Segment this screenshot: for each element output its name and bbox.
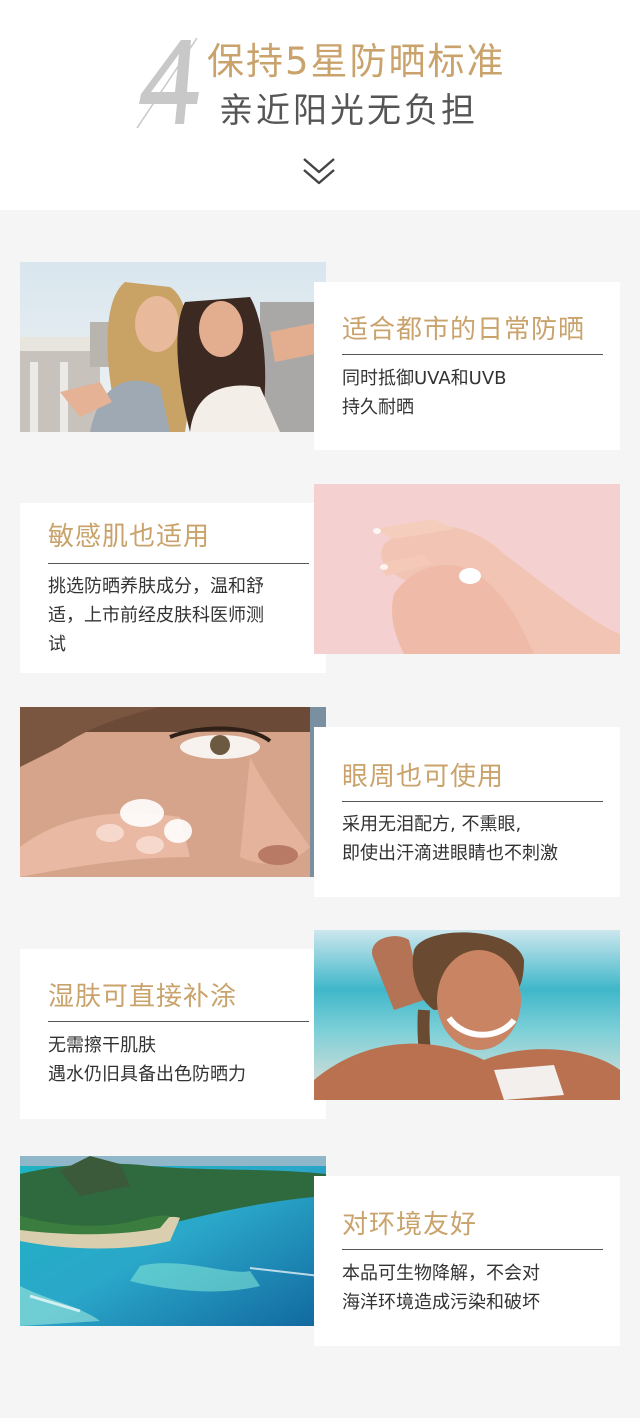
- number-four-graphic: [136, 37, 199, 129]
- feature-card-sensitive-skin: 敏感肌也适用 挑选防晒养肤成分，温和舒 适，上市前经皮肤科医师测 试: [20, 503, 326, 673]
- feature-description: 本品可生物降解，不会对 海洋环境造成污染和破坏: [342, 1263, 540, 1313]
- feature-description: 同时抵御UVA和UVB 持久耐晒: [342, 368, 507, 418]
- feature-title: 对环境友好: [342, 1210, 478, 1240]
- feature-title: 适合都市的日常防晒: [342, 315, 586, 345]
- feature-title: 湿肤可直接补涂: [48, 982, 238, 1012]
- header-section: 保持5星防晒标准 亲近阳光无负担: [0, 0, 640, 210]
- ocean-island-photo: [20, 1156, 326, 1326]
- beach-woman-photo: [314, 930, 620, 1100]
- section-subtitle: 亲近阳光无负担: [219, 91, 478, 131]
- feature-card-urban: 适合都市的日常防晒 同时抵御UVA和UVB 持久耐晒: [314, 282, 620, 450]
- feature-title: 敏感肌也适用: [48, 522, 211, 552]
- face-cream-photo: [20, 707, 326, 877]
- feature-description: 挑选防晒养肤成分，温和舒 适，上市前经皮肤科医师测 试: [48, 576, 264, 655]
- feature-description: 采用无泪配方, 不熏眼, 即使出汗滴进眼睛也不刺激: [342, 814, 558, 864]
- title-divider: [342, 1249, 603, 1250]
- title-divider: [48, 1021, 309, 1022]
- section-title: 保持5星防晒标准: [207, 40, 506, 83]
- feature-description: 无需擦干肌肤 遇水仍旧具备出色防晒力: [48, 1035, 246, 1085]
- hands-cream-photo: [314, 484, 620, 654]
- double-chevron-down-icon: [303, 158, 335, 185]
- title-divider: [342, 801, 603, 802]
- title-divider: [342, 354, 603, 355]
- title-divider: [48, 563, 309, 564]
- city-friends-photo: [20, 262, 326, 432]
- feature-card-eco-friendly: 对环境友好 本品可生物降解，不会对 海洋环境造成污染和破坏: [314, 1176, 620, 1346]
- feature-title: 眼周也可使用: [342, 762, 505, 792]
- feature-card-eye-area: 眼周也可使用 采用无泪配方, 不熏眼, 即使出汗滴进眼睛也不刺激: [314, 727, 620, 897]
- feature-card-wet-skin: 湿肤可直接补涂 无需擦干肌肤 遇水仍旧具备出色防晒力: [20, 949, 326, 1119]
